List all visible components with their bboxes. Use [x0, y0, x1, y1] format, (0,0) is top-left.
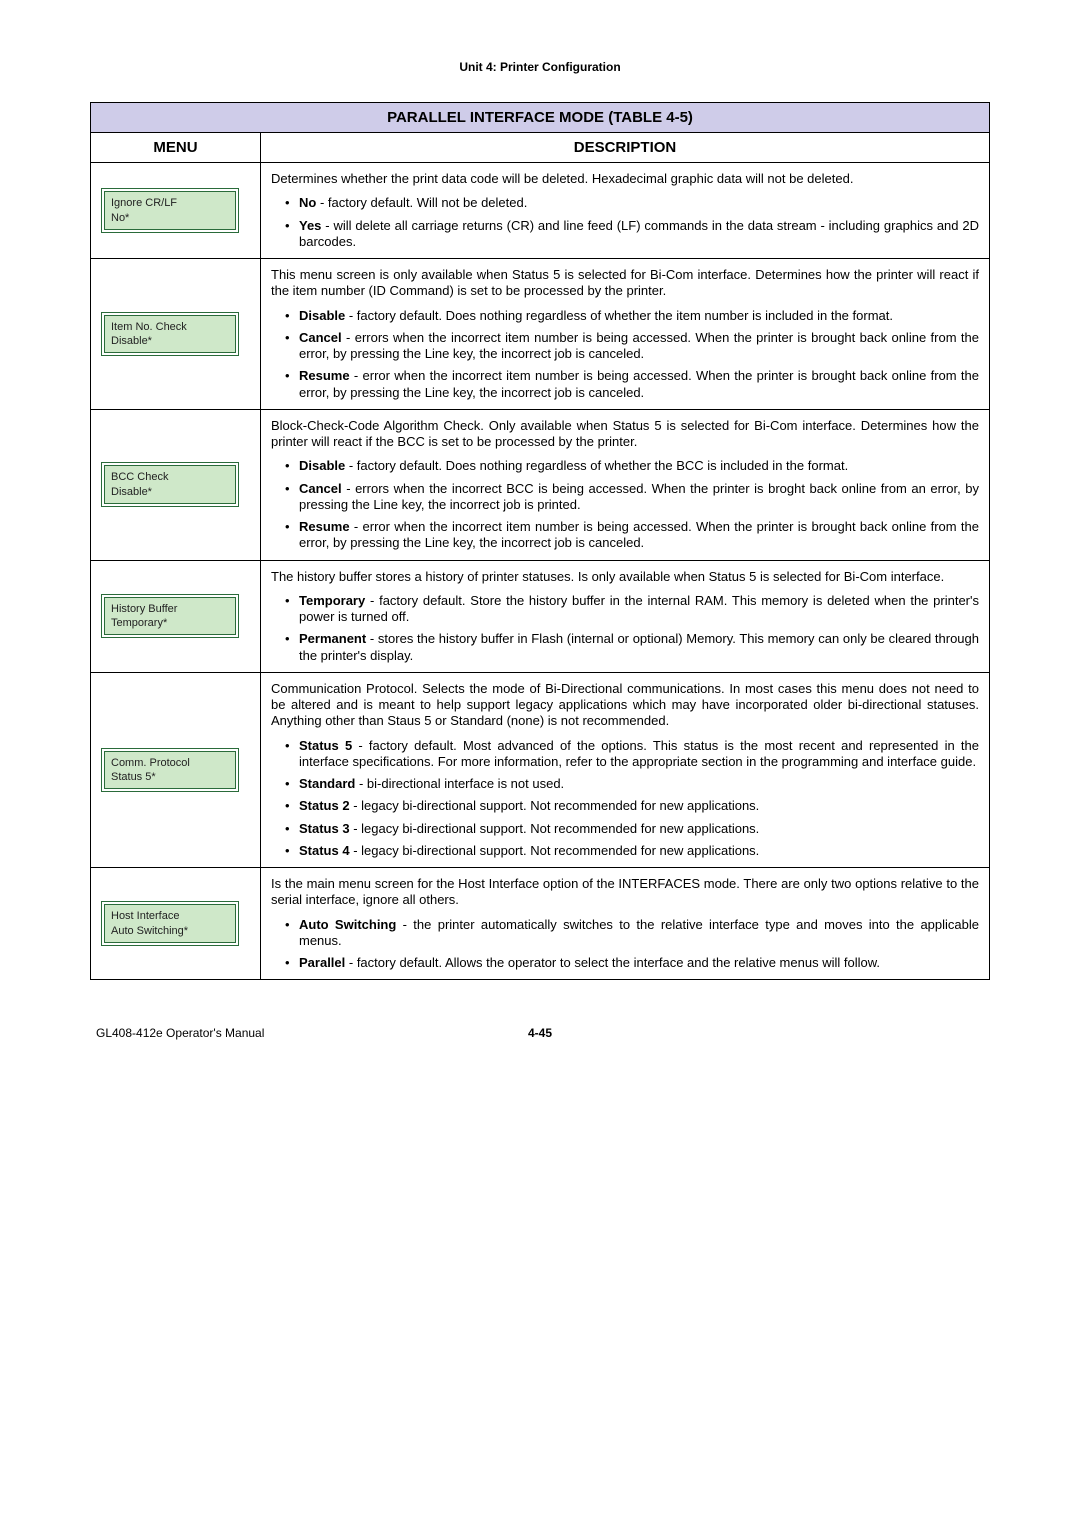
list-item: No - factory default. Will not be delete…	[281, 195, 979, 211]
option-text: - factory default. Will not be deleted.	[316, 195, 527, 210]
option-text: - the printer automatically switches to …	[299, 917, 979, 948]
page-number: 4-45	[528, 1026, 552, 1040]
option-label: Cancel	[299, 330, 342, 345]
list-item: Resume - error when the incorrect item n…	[281, 368, 979, 401]
list-item: Parallel - factory default. Allows the o…	[281, 955, 979, 971]
list-item: Temporary - factory default. Store the h…	[281, 593, 979, 626]
menu-option-box: Host Interface Auto Switching*	[101, 901, 239, 946]
menu-option-box: Item No. Check Disable*	[101, 312, 239, 357]
option-text: - error when the incorrect item number i…	[299, 519, 979, 550]
option-text: - legacy bi-directional support. Not rec…	[350, 821, 760, 836]
option-label: Cancel	[299, 481, 342, 496]
option-text: - legacy bi-directional support. Not rec…	[350, 843, 760, 858]
option-label: Resume	[299, 368, 350, 383]
table-row: History Buffer Temporary* The history bu…	[91, 560, 990, 672]
menu-option-value: Temporary*	[111, 616, 229, 630]
interface-mode-table: PARALLEL INTERFACE MODE (TABLE 4-5) MENU…	[90, 102, 990, 980]
list-item: Disable - factory default. Does nothing …	[281, 308, 979, 324]
list-item: Status 3 - legacy bi-directional support…	[281, 821, 979, 837]
row-intro: Is the main menu screen for the Host Int…	[271, 876, 979, 909]
table-row: BCC Check Disable* Block-Check-Code Algo…	[91, 409, 990, 560]
menu-option-title: Ignore CR/LF	[111, 196, 229, 210]
list-item: Status 5 - factory default. Most advance…	[281, 738, 979, 771]
option-label: Disable	[299, 458, 345, 473]
table-title: PARALLEL INTERFACE MODE (TABLE 4-5)	[91, 103, 990, 133]
menu-option-value: Auto Switching*	[111, 924, 229, 938]
option-text: - factory default. Does nothing regardle…	[345, 308, 893, 323]
option-text: - factory default. Does nothing regardle…	[345, 458, 848, 473]
option-label: Permanent	[299, 631, 366, 646]
menu-option-title: History Buffer	[111, 602, 229, 616]
table-row: Item No. Check Disable* This menu screen…	[91, 259, 990, 410]
menu-option-box: History Buffer Temporary*	[101, 594, 239, 639]
menu-option-box: BCC Check Disable*	[101, 462, 239, 507]
menu-option-box: Comm. Protocol Status 5*	[101, 748, 239, 793]
menu-option-title: BCC Check	[111, 470, 229, 484]
table-row: Host Interface Auto Switching* Is the ma…	[91, 868, 990, 980]
option-label: Disable	[299, 308, 345, 323]
option-text: - factory default. Store the history buf…	[299, 593, 979, 624]
menu-option-value: Disable*	[111, 334, 229, 348]
footer-left: GL408-412e Operator's Manual	[96, 1026, 264, 1040]
list-item: Auto Switching - the printer automatical…	[281, 917, 979, 950]
column-header-description: DESCRIPTION	[261, 133, 990, 163]
table-row: Comm. Protocol Status 5* Communication P…	[91, 672, 990, 867]
option-text: - legacy bi-directional support. Not rec…	[350, 798, 760, 813]
option-text: - factory default. Allows the operator t…	[345, 955, 880, 970]
menu-option-value: No*	[111, 211, 229, 225]
table-row: Ignore CR/LF No* Determines whether the …	[91, 163, 990, 259]
list-item: Status 2 - legacy bi-directional support…	[281, 798, 979, 814]
unit-header: Unit 4: Printer Configuration	[90, 60, 990, 74]
option-label: No	[299, 195, 316, 210]
option-text: - stores the history buffer in Flash (in…	[299, 631, 979, 662]
menu-option-value: Status 5*	[111, 770, 229, 784]
row-intro: This menu screen is only available when …	[271, 267, 979, 300]
option-label: Status 4	[299, 843, 350, 858]
option-text: - bi-directional interface is not used.	[355, 776, 564, 791]
row-intro: Block-Check-Code Algorithm Check. Only a…	[271, 418, 979, 451]
option-label: Temporary	[299, 593, 365, 608]
row-intro: Determines whether the print data code w…	[271, 171, 979, 187]
option-label: Parallel	[299, 955, 345, 970]
option-label: Status 2	[299, 798, 350, 813]
menu-option-title: Item No. Check	[111, 320, 229, 334]
menu-option-value: Disable*	[111, 485, 229, 499]
option-text: - factory default. Most advanced of the …	[299, 738, 979, 769]
option-label: Yes	[299, 218, 321, 233]
list-item: Cancel - errors when the incorrect BCC i…	[281, 481, 979, 514]
option-text: - will delete all carriage returns (CR) …	[299, 218, 979, 249]
list-item: Standard - bi-directional interface is n…	[281, 776, 979, 792]
option-label: Resume	[299, 519, 350, 534]
list-item: Permanent - stores the history buffer in…	[281, 631, 979, 664]
option-label: Status 3	[299, 821, 350, 836]
list-item: Status 4 - legacy bi-directional support…	[281, 843, 979, 859]
list-item: Resume - error when the incorrect item n…	[281, 519, 979, 552]
option-text: - error when the incorrect item number i…	[299, 368, 979, 399]
menu-option-title: Comm. Protocol	[111, 756, 229, 770]
menu-option-title: Host Interface	[111, 909, 229, 923]
list-item: Yes - will delete all carriage returns (…	[281, 218, 979, 251]
option-label: Auto Switching	[299, 917, 396, 932]
list-item: Disable - factory default. Does nothing …	[281, 458, 979, 474]
option-text: - errors when the incorrect BCC is being…	[299, 481, 979, 512]
option-text: - errors when the incorrect item number …	[299, 330, 979, 361]
menu-option-box: Ignore CR/LF No*	[101, 188, 239, 233]
option-label: Standard	[299, 776, 355, 791]
row-intro: The history buffer stores a history of p…	[271, 569, 979, 585]
list-item: Cancel - errors when the incorrect item …	[281, 330, 979, 363]
column-header-menu: MENU	[91, 133, 261, 163]
option-label: Status 5	[299, 738, 352, 753]
row-intro: Communication Protocol. Selects the mode…	[271, 681, 979, 730]
